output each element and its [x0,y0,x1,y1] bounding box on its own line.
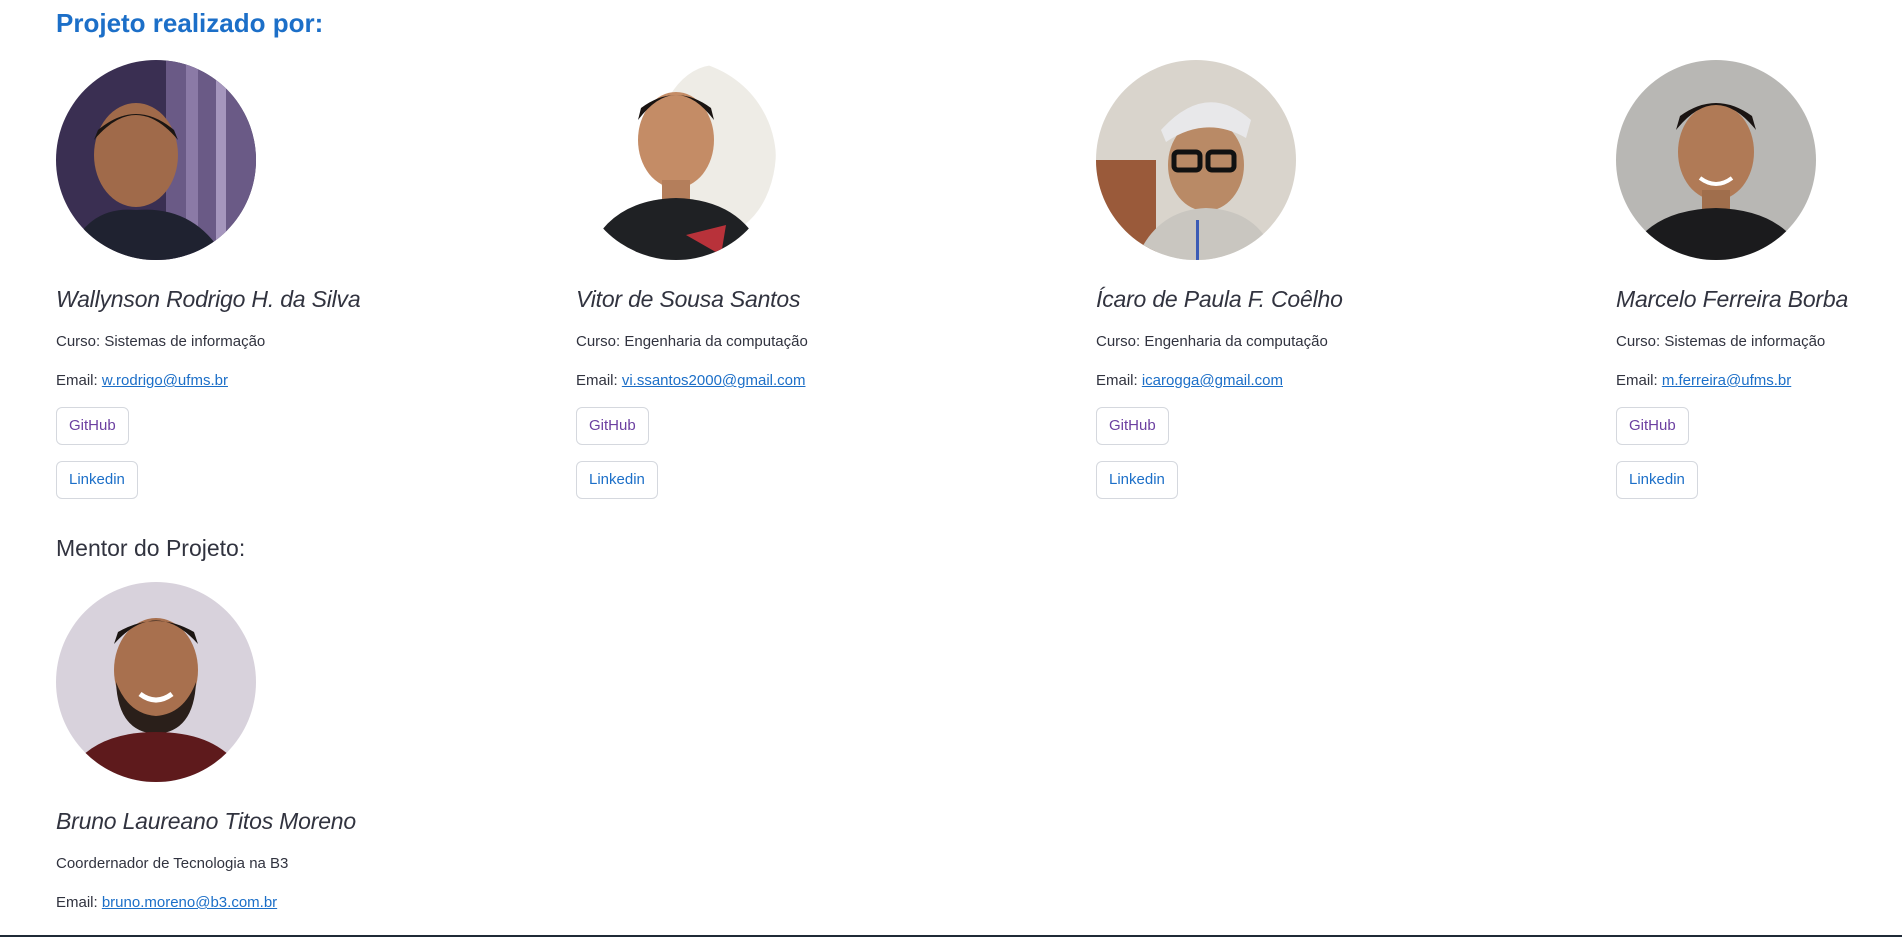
member-name: Vitor de Sousa Santos [576,286,801,312]
member-photo [56,60,256,260]
mentor-email-line: Email: bruno.moreno@b3.com.br [56,894,536,911]
linkedin-button[interactable]: Linkedin [56,461,138,499]
mentor-card: Bruno Laureano Titos Moreno Coordernador… [56,582,536,911]
member-photo [1616,60,1816,260]
member-email-line: Email: vi.ssantos2000@gmail.com [576,372,1056,389]
member-card: Wallynson Rodrigo H. da Silva Curso: Sis… [56,60,536,499]
linkedin-button[interactable]: Linkedin [1616,461,1698,499]
github-button[interactable]: GitHub [1096,407,1169,445]
member-card: Ícaro de Paula F. Coêlho Curso: Engenhar… [1096,60,1576,499]
linkedin-button[interactable]: Linkedin [1096,461,1178,499]
member-name: Wallynson Rodrigo H. da Silva [56,286,361,312]
github-button[interactable]: GitHub [56,407,129,445]
github-button[interactable]: GitHub [1616,407,1689,445]
member-card: Marcelo Ferreira Borba Curso: Sistemas d… [1616,60,1896,499]
email-label: Email: [56,372,102,389]
member-course: Curso: Engenharia da computação [1096,333,1328,350]
linkedin-button[interactable]: Linkedin [576,461,658,499]
member-course: Curso: Sistemas de informação [56,333,266,350]
github-button[interactable]: GitHub [576,407,649,445]
page: Projeto realizado por: Wallynson Rodrigo… [0,0,1902,937]
member-photo [1096,60,1296,260]
member-email-link[interactable]: vi.ssantos2000@gmail.com [622,372,806,389]
member-name: Marcelo Ferreira Borba [1616,286,1849,312]
member-email-line: Email: w.rodrigo@ufms.br [56,372,536,389]
member-course: Curso: Sistemas de informação [1616,333,1826,350]
email-label: Email: [1616,372,1662,389]
member-photo [576,60,776,260]
member-email-link[interactable]: w.rodrigo@ufms.br [102,372,228,389]
member-name: Ícaro de Paula F. Coêlho [1096,286,1343,312]
email-label: Email: [1096,372,1142,389]
email-label: Email: [576,372,622,389]
mentor-photo [56,582,256,782]
member-email-line: Email: m.ferreira@ufms.br [1616,372,1896,389]
member-email-link[interactable]: m.ferreira@ufms.br [1662,372,1791,389]
mentor-email-link[interactable]: bruno.moreno@b3.com.br [102,894,277,911]
team-section-title: Projeto realizado por: [56,8,324,38]
email-label: Email: [56,894,102,911]
mentor-role: Coordernador de Tecnologia na B3 [56,855,289,872]
member-course: Curso: Engenharia da computação [576,333,808,350]
mentor-name: Bruno Laureano Titos Moreno [56,808,356,834]
member-card: Vitor de Sousa Santos Curso: Engenharia … [576,60,1056,499]
member-email-line: Email: icarogga@gmail.com [1096,372,1576,389]
mentor-section-title: Mentor do Projeto: [56,535,246,561]
member-email-link[interactable]: icarogga@gmail.com [1142,372,1283,389]
